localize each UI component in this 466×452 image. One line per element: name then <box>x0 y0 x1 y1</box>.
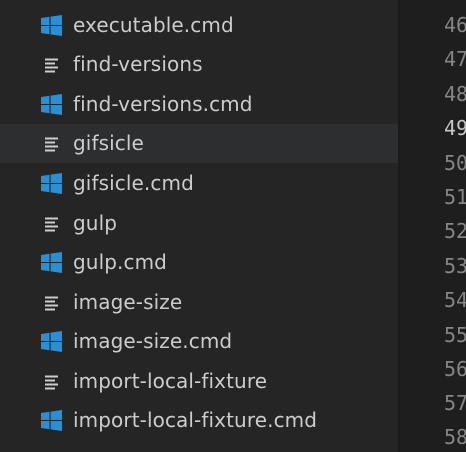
editor-gutter: 46 47 48 49 50 51 52 53 54 55 56 57 58 <box>400 0 466 452</box>
file-label: gifsicle <box>73 131 144 155</box>
line-number: 54 <box>444 288 466 312</box>
file-item-import-local-fixture-cmd[interactable]: import-local-fixture.cmd <box>0 401 398 440</box>
text-file-icon <box>40 132 63 155</box>
file-label: executable.cmd <box>73 13 234 37</box>
file-label: find-versions <box>73 52 203 76</box>
file-label: image-size <box>73 290 183 314</box>
file-item-find-versions[interactable]: find-versions <box>0 45 398 84</box>
text-file-icon <box>40 212 63 235</box>
file-label: import-local-fixture <box>73 369 268 393</box>
text-file-icon <box>40 291 63 314</box>
line-number-active: 49 <box>444 116 466 140</box>
file-item-gifsicle-cmd[interactable]: gifsicle.cmd <box>0 164 398 203</box>
file-item-gifsicle[interactable]: gifsicle <box>0 124 398 163</box>
file-item-image-size-cmd[interactable]: image-size.cmd <box>0 322 398 361</box>
file-item-find-versions-cmd[interactable]: find-versions.cmd <box>0 85 398 124</box>
file-item-executable-cmd[interactable]: executable.cmd <box>0 6 398 45</box>
file-label: image-size.cmd <box>73 329 233 353</box>
file-item-gulp-cmd[interactable]: gulp.cmd <box>0 243 398 282</box>
file-label: gulp <box>73 211 118 235</box>
windows-file-icon <box>40 251 63 274</box>
file-label: gulp.cmd <box>73 250 167 274</box>
file-item-gulp[interactable]: gulp <box>0 204 398 243</box>
windows-file-icon <box>40 409 63 432</box>
line-number: 58 <box>444 425 466 449</box>
line-number: 47 <box>444 47 466 71</box>
windows-file-icon <box>40 330 63 353</box>
file-label: import-local-fixture.cmd <box>73 408 318 432</box>
text-file-icon <box>40 53 63 76</box>
file-item-image-size[interactable]: image-size <box>0 283 398 322</box>
windows-file-icon <box>40 172 63 195</box>
file-label: gifsicle.cmd <box>73 171 194 195</box>
windows-file-icon <box>40 93 63 116</box>
vscode-window: executable.cmd find-versions find-versio… <box>0 0 466 452</box>
file-explorer: executable.cmd find-versions find-versio… <box>0 0 398 452</box>
file-item-import-local-fixture[interactable]: import-local-fixture <box>0 362 398 401</box>
windows-file-icon <box>40 14 63 37</box>
line-number: 52 <box>444 219 466 243</box>
text-file-icon <box>40 370 63 393</box>
file-label: find-versions.cmd <box>73 92 253 116</box>
